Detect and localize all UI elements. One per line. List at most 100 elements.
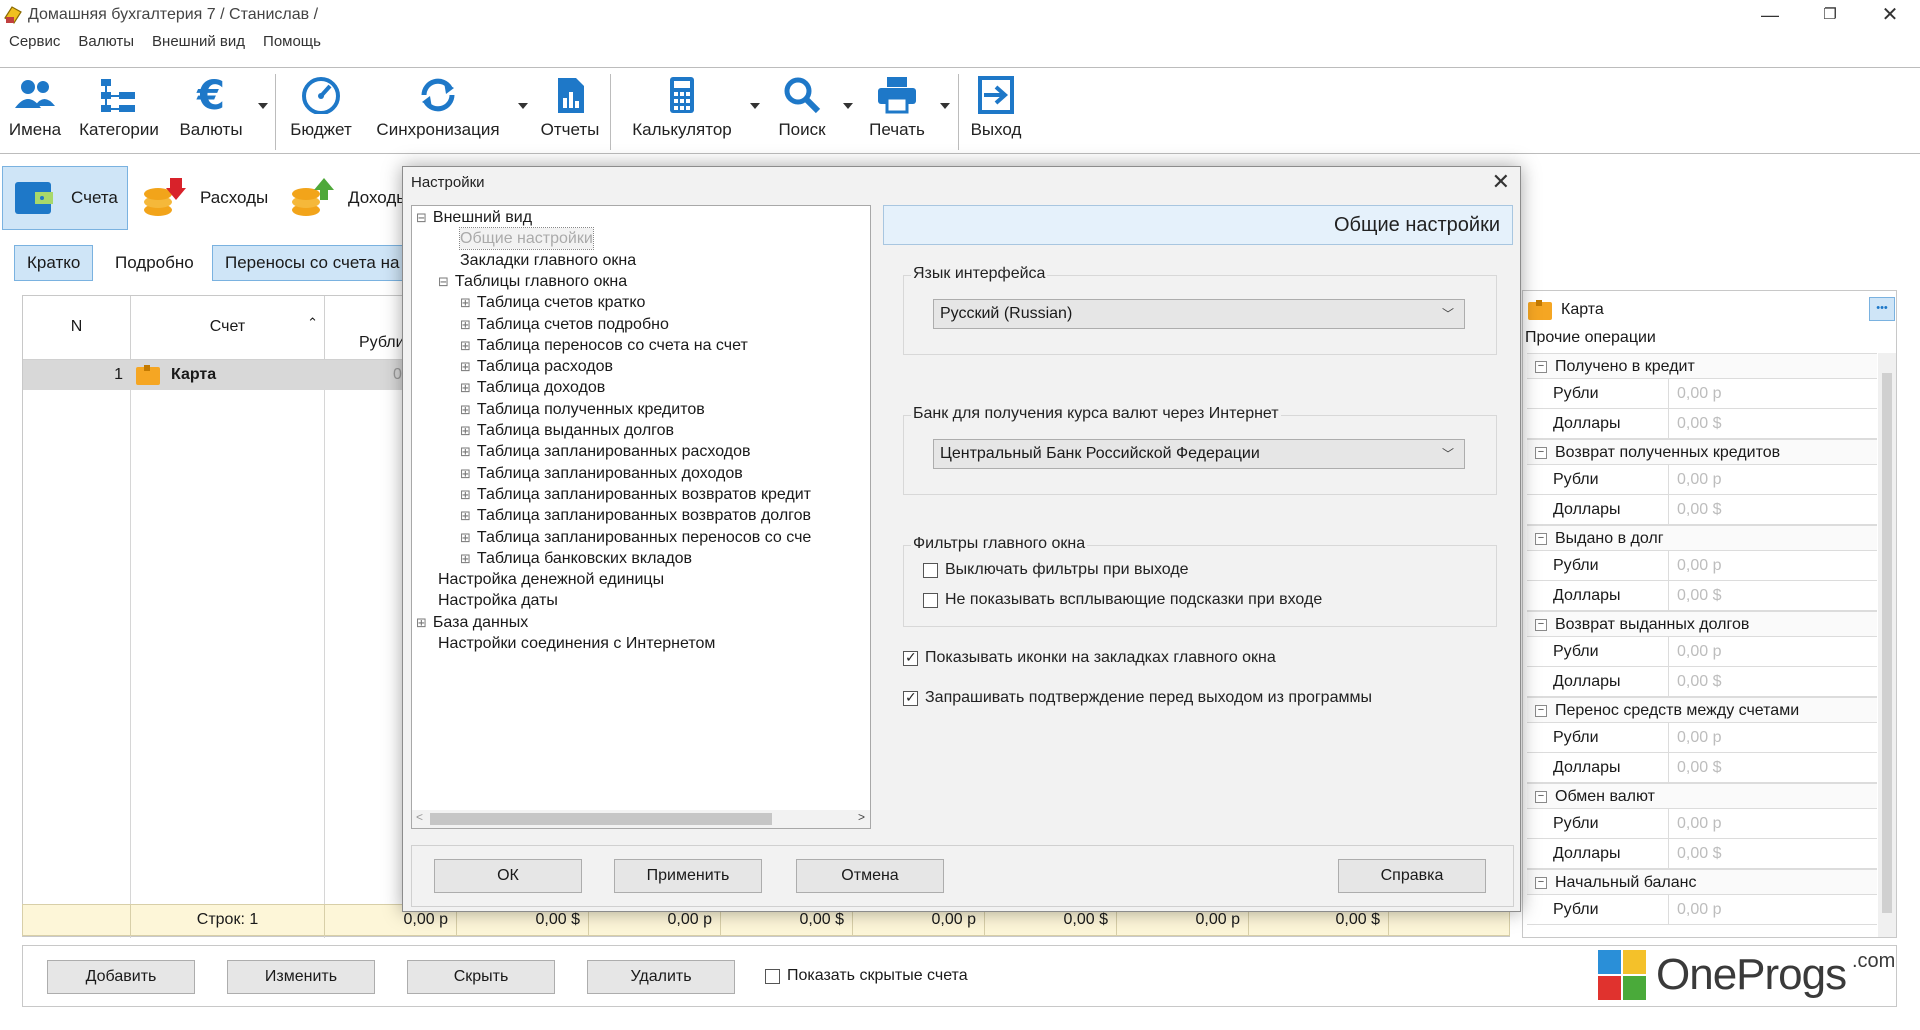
- tree-node[interactable]: Настройки соединения с Интернетом: [438, 633, 715, 654]
- subtab-detailed[interactable]: Подробно: [102, 245, 207, 281]
- tab-accounts[interactable]: Счета: [2, 166, 128, 230]
- calculator-button[interactable]: Калькулятор: [624, 76, 740, 148]
- currencies-button[interactable]: € Валюты: [176, 76, 246, 148]
- collapse-icon[interactable]: −: [1535, 446, 1547, 459]
- tree-node[interactable]: ⊞ База данных: [416, 612, 528, 633]
- expand-icon[interactable]: ⊞: [460, 530, 471, 545]
- tree-node[interactable]: ⊞ Таблица банковских вкладов: [460, 548, 692, 569]
- tree-node[interactable]: ⊞ Таблица запланированных возвратов долго…: [460, 505, 811, 526]
- tree-node[interactable]: ⊞ Таблица переносов со счета на счет: [460, 335, 748, 356]
- tree-node[interactable]: ⊞ Таблица счетов кратко: [460, 292, 645, 313]
- collapse-icon[interactable]: −: [1535, 704, 1547, 717]
- delete-button[interactable]: Удалить: [587, 960, 735, 994]
- expand-icon[interactable]: ⊞: [460, 317, 471, 332]
- tree-node[interactable]: Настройка даты: [438, 590, 558, 611]
- search-dropdown-icon[interactable]: [843, 103, 853, 109]
- menu-help[interactable]: Помощь: [263, 30, 321, 54]
- budget-button[interactable]: Бюджет: [286, 76, 356, 148]
- sync-dropdown-icon[interactable]: [518, 103, 528, 109]
- expand-icon[interactable]: ⊞: [460, 444, 471, 459]
- hide-button[interactable]: Скрыть: [407, 960, 555, 994]
- subtab-transfers[interactable]: Переносы со счета на счет: [212, 245, 408, 281]
- dialog-close-icon[interactable]: ✕: [1492, 169, 1510, 195]
- collapse-icon[interactable]: ⊟: [416, 210, 427, 225]
- tree-node[interactable]: Общие настройки: [459, 227, 594, 251]
- collapse-icon[interactable]: −: [1535, 360, 1547, 373]
- print-button[interactable]: Печать: [862, 76, 932, 148]
- expand-icon[interactable]: ⊞: [460, 423, 471, 438]
- tree-node[interactable]: Закладки главного окна: [460, 250, 636, 271]
- tree-node[interactable]: ⊞ Таблица выданных долгов: [460, 420, 674, 441]
- show-hidden-checkbox[interactable]: [765, 969, 780, 984]
- col-header-n[interactable]: N: [23, 296, 131, 360]
- cancel-button[interactable]: Отмена: [796, 859, 944, 893]
- panel-section[interactable]: − Возврат выданных долгов: [1527, 611, 1877, 637]
- expand-icon[interactable]: ⊞: [460, 402, 471, 417]
- expand-icon[interactable]: ⊞: [460, 508, 471, 523]
- panel-section[interactable]: − Выдано в долг: [1527, 525, 1877, 551]
- expand-icon[interactable]: ⊞: [460, 380, 471, 395]
- categories-button[interactable]: Категории: [74, 76, 164, 148]
- confirm-exit-checkbox[interactable]: [903, 689, 918, 706]
- tree-node[interactable]: ⊟ Таблицы главного окна: [438, 271, 627, 292]
- tree-node[interactable]: ⊞ Таблица доходов: [460, 377, 605, 398]
- col-header-rub[interactable]: Рубли: [325, 328, 405, 360]
- collapse-icon[interactable]: −: [1535, 876, 1547, 889]
- restore-icon[interactable]: ❐: [1800, 0, 1860, 32]
- expand-icon[interactable]: ⊞: [460, 487, 471, 502]
- hide-tooltips-checkbox[interactable]: [923, 593, 938, 608]
- edit-button[interactable]: Изменить: [227, 960, 375, 994]
- exit-button[interactable]: Выход: [966, 76, 1026, 148]
- tree-hscrollbar[interactable]: < >: [412, 810, 870, 828]
- expand-icon[interactable]: ⊞: [460, 359, 471, 374]
- tree-node[interactable]: ⊞ Таблица расходов: [460, 356, 613, 377]
- add-button[interactable]: Добавить: [47, 960, 195, 994]
- menu-appearance[interactable]: Внешний вид: [152, 30, 245, 54]
- help-button[interactable]: Справка: [1338, 859, 1486, 893]
- expand-icon[interactable]: ⊞: [416, 615, 427, 630]
- panel-section[interactable]: − Начальный баланс: [1527, 869, 1877, 895]
- tree-node[interactable]: ⊞ Таблица запланированных возвратов креди…: [460, 484, 811, 505]
- collapse-icon[interactable]: −: [1535, 532, 1547, 545]
- bank-select[interactable]: Центральный Банк Российской Федерации ﹀: [933, 439, 1465, 469]
- tree-node[interactable]: ⊞ Таблица запланированных расходов: [460, 441, 751, 462]
- tree-node[interactable]: ⊞ Таблица запланированных доходов: [460, 463, 743, 484]
- minimize-icon[interactable]: —: [1740, 0, 1800, 32]
- sync-button[interactable]: Синхронизация: [370, 76, 506, 148]
- panel-section[interactable]: − Получено в кредит: [1527, 353, 1877, 379]
- collapse-icon[interactable]: ⊟: [438, 274, 449, 289]
- names-button[interactable]: Имена: [6, 76, 64, 148]
- expand-icon[interactable]: ⊞: [460, 338, 471, 353]
- menu-service[interactable]: Сервис: [9, 30, 60, 54]
- col-header-account[interactable]: Счет ⌃: [131, 296, 325, 360]
- disable-filters-checkbox[interactable]: [923, 563, 938, 578]
- tree-node[interactable]: ⊟ Внешний вид: [416, 207, 532, 228]
- print-dropdown-icon[interactable]: [940, 103, 950, 109]
- calculator-dropdown-icon[interactable]: [750, 103, 760, 109]
- tab-expenses[interactable]: Расходы: [132, 166, 274, 230]
- expand-icon[interactable]: ⊞: [460, 466, 471, 481]
- expand-icon[interactable]: ⊞: [460, 551, 471, 566]
- tree-node[interactable]: ⊞ Таблица счетов подробно: [460, 314, 669, 335]
- panel-section[interactable]: − Возврат полученных кредитов: [1527, 439, 1877, 465]
- apply-button[interactable]: Применить: [614, 859, 762, 893]
- tab-income[interactable]: Доходы: [280, 166, 410, 230]
- tree-node[interactable]: Настройка денежной единицы: [438, 569, 664, 590]
- panel-scrollbar[interactable]: [1878, 353, 1896, 937]
- show-tab-icons-checkbox[interactable]: [903, 649, 918, 666]
- language-select[interactable]: Русский (Russian) ﹀: [933, 299, 1465, 329]
- search-button[interactable]: Поиск: [770, 76, 834, 148]
- subtab-brief[interactable]: Кратко: [14, 245, 94, 281]
- currencies-dropdown-icon[interactable]: [258, 103, 268, 109]
- ok-button[interactable]: ОК: [434, 859, 582, 893]
- panel-section[interactable]: − Обмен валют: [1527, 783, 1877, 809]
- collapse-icon[interactable]: −: [1535, 790, 1547, 803]
- close-window-icon[interactable]: ✕: [1860, 0, 1920, 32]
- reports-button[interactable]: Отчеты: [534, 76, 606, 148]
- tree-node[interactable]: ⊞ Таблица полученных кредитов: [460, 399, 705, 420]
- menu-currencies[interactable]: Валюты: [78, 30, 134, 54]
- more-options-button[interactable]: •••: [1869, 297, 1895, 321]
- collapse-icon[interactable]: −: [1535, 618, 1547, 631]
- panel-section[interactable]: − Перенос средств между счетами: [1527, 697, 1877, 723]
- expand-icon[interactable]: ⊞: [460, 295, 471, 310]
